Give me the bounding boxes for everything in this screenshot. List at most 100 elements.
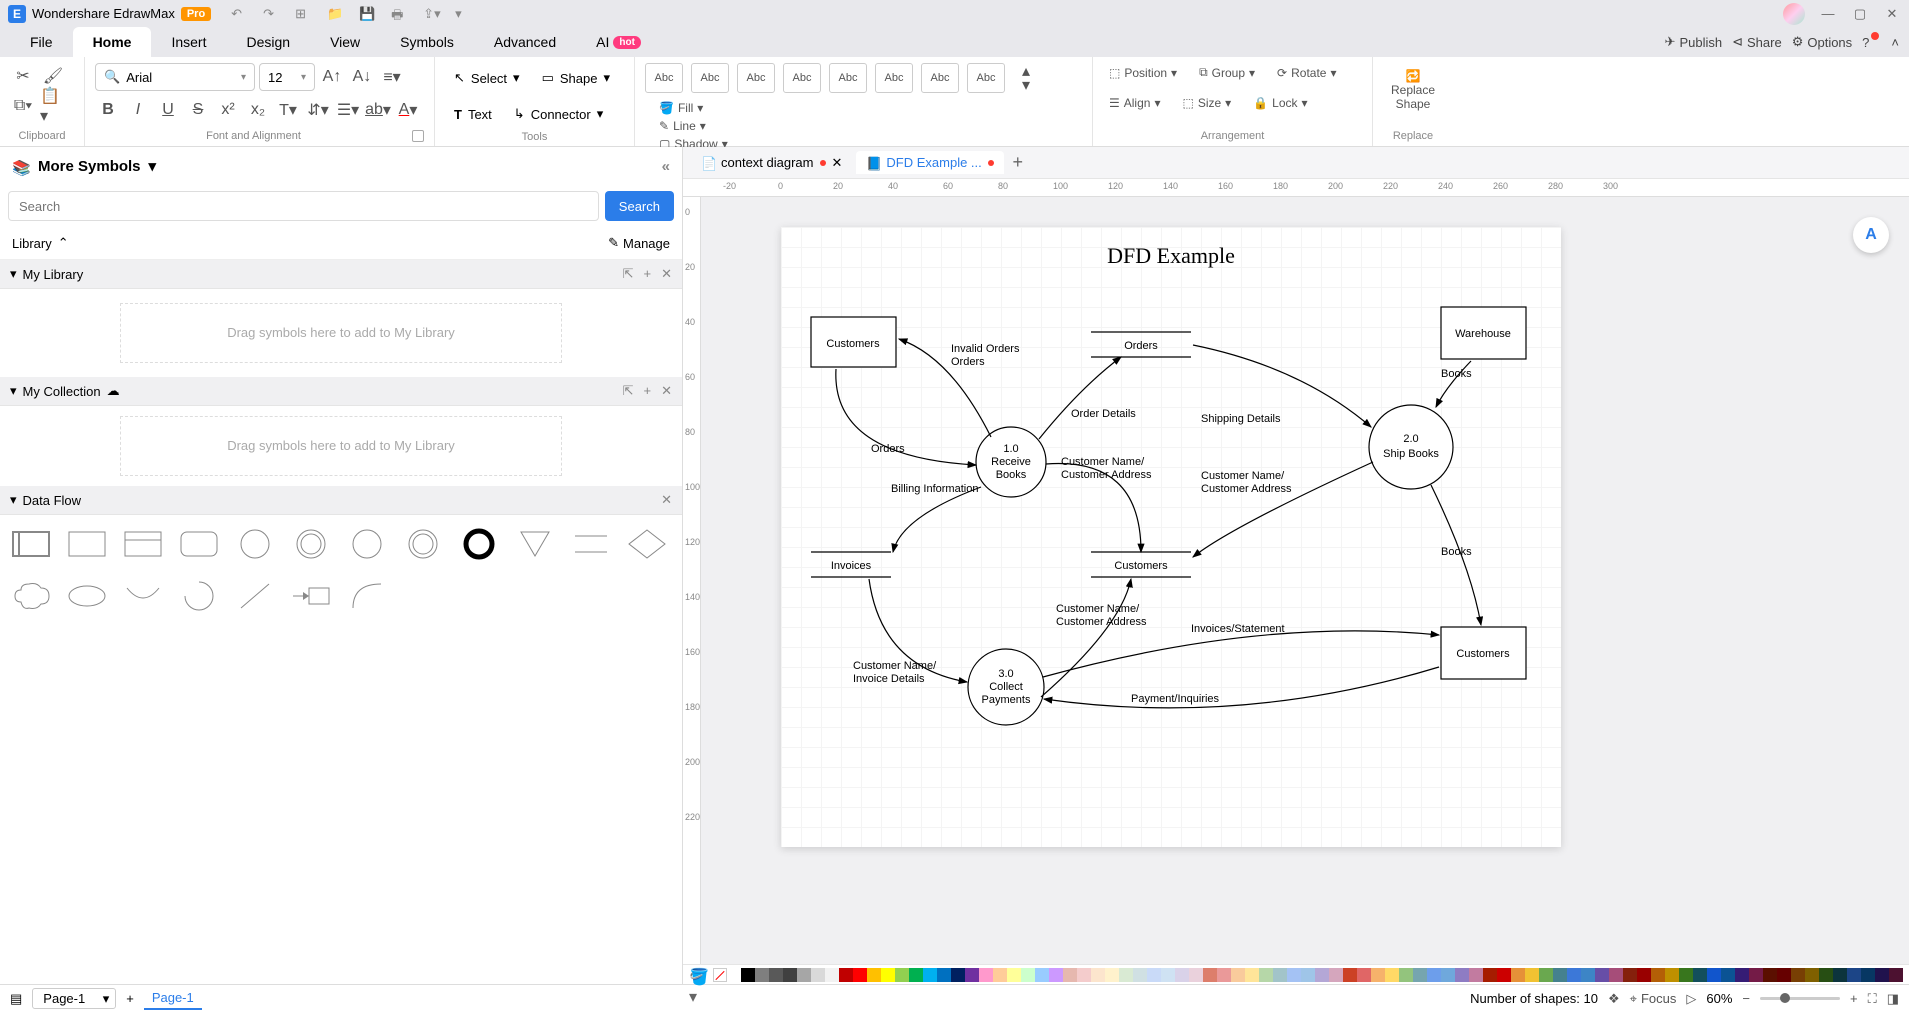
symbol-search-button[interactable]: Search [605, 191, 674, 221]
properties-panel-icon[interactable]: ◨ [1887, 991, 1899, 1007]
color-swatch[interactable] [1861, 968, 1875, 982]
color-swatch[interactable] [1063, 968, 1077, 982]
cut-icon[interactable]: ✂ [10, 63, 36, 89]
color-swatch[interactable] [1273, 968, 1287, 982]
color-swatch[interactable] [1133, 968, 1147, 982]
menu-ai[interactable]: AIhot [576, 27, 661, 57]
export-icon[interactable]: ⇪▾ [423, 6, 439, 22]
shape-round-rect[interactable] [178, 525, 220, 563]
color-swatch[interactable] [727, 968, 741, 982]
new-icon[interactable]: ⊞ [295, 6, 311, 22]
italic-icon[interactable]: I [125, 97, 151, 123]
color-swatch[interactable] [1623, 968, 1637, 982]
color-swatch[interactable] [1567, 968, 1581, 982]
size-button[interactable]: ⬚Size▾ [1176, 94, 1237, 112]
highlight-icon[interactable]: ab▾ [365, 97, 391, 123]
shape-ellipse[interactable] [66, 577, 108, 615]
help-button[interactable]: ? [1862, 35, 1881, 50]
color-swatch[interactable] [1665, 968, 1679, 982]
save-icon[interactable]: 💾 [359, 6, 375, 22]
line-button[interactable]: ✎Line ▾ [653, 117, 734, 135]
style-preset-7[interactable]: Abc [921, 63, 959, 93]
fill-button[interactable]: 🪣Fill ▾ [653, 99, 734, 117]
color-swatch[interactable] [1035, 968, 1049, 982]
color-swatch[interactable] [1875, 968, 1889, 982]
color-swatch[interactable] [1231, 968, 1245, 982]
copy-icon[interactable]: ⧉▾ [10, 93, 36, 119]
doc-tab-1[interactable]: 📄 context diagram ✕ [691, 151, 852, 175]
color-swatch[interactable] [1441, 968, 1455, 982]
strikethrough-icon[interactable]: S [185, 97, 211, 123]
data-flow-header[interactable]: ▾ Data Flow ✕ [0, 486, 682, 515]
color-swatch[interactable] [1637, 968, 1651, 982]
undo-icon[interactable]: ↶ [231, 6, 247, 22]
color-swatch[interactable] [1581, 968, 1595, 982]
close-icon[interactable]: ✕ [1883, 5, 1901, 23]
redo-icon[interactable]: ↷ [263, 6, 279, 22]
color-swatch[interactable] [1189, 968, 1203, 982]
color-swatch[interactable] [1679, 968, 1693, 982]
fill-bucket-icon[interactable]: 🪣▾ [689, 967, 707, 983]
style-preset-2[interactable]: Abc [691, 63, 729, 93]
shape-arrow-rect[interactable] [290, 577, 332, 615]
drawing-page[interactable]: DFD Example Customers Warehouse Customer… [781, 227, 1561, 847]
color-swatch[interactable] [1721, 968, 1735, 982]
color-swatch[interactable] [1819, 968, 1833, 982]
color-swatch[interactable] [1287, 968, 1301, 982]
replace-shape-button[interactable]: 🔁 Replace Shape [1383, 63, 1443, 111]
color-swatch[interactable] [825, 968, 839, 982]
collapse-up-icon[interactable]: ⌃ [58, 235, 69, 251]
color-swatch[interactable] [839, 968, 853, 982]
fit-page-icon[interactable]: ⛶ [1868, 991, 1877, 1007]
color-swatch[interactable] [1889, 968, 1903, 982]
rotate-button[interactable]: ⟳Rotate▾ [1271, 64, 1342, 82]
color-swatch[interactable] [1175, 968, 1189, 982]
color-swatch[interactable] [1777, 968, 1791, 982]
zoom-out-icon[interactable]: − [1742, 991, 1750, 1006]
shape-rect-header[interactable] [122, 525, 164, 563]
bullets-icon[interactable]: ☰▾ [335, 97, 361, 123]
my-collection-header[interactable]: ▾ My Collection ☁ ⇱ + ✕ [0, 377, 682, 406]
font-name-select[interactable]: 🔍Arial▾ [95, 63, 255, 91]
color-swatch[interactable] [951, 968, 965, 982]
menu-insert[interactable]: Insert [151, 27, 226, 57]
zoom-in-icon[interactable]: + [1850, 991, 1858, 1006]
shape-quarter-arc[interactable] [346, 577, 388, 615]
qat-more-icon[interactable]: ▾ [455, 6, 471, 22]
position-button[interactable]: ⬚Position▾ [1103, 64, 1183, 82]
color-swatch[interactable] [1119, 968, 1133, 982]
color-swatch[interactable] [1007, 968, 1021, 982]
presentation-icon[interactable]: ▷ [1686, 991, 1696, 1007]
shape-datastore[interactable] [570, 525, 612, 563]
shape-bold-circle[interactable] [458, 525, 500, 563]
open-icon[interactable]: 📁 [327, 6, 343, 22]
underline-icon[interactable]: U [155, 97, 181, 123]
color-swatch[interactable] [1735, 968, 1749, 982]
color-swatch[interactable] [895, 968, 909, 982]
color-swatch[interactable] [1455, 968, 1469, 982]
menu-file[interactable]: File [10, 27, 73, 57]
select-tool[interactable]: ↖Select ▾ [445, 63, 529, 93]
decrease-font-icon[interactable]: A↓ [349, 64, 375, 90]
canvas-scroll[interactable]: DFD Example Customers Warehouse Customer… [701, 197, 1909, 964]
color-swatch[interactable] [755, 968, 769, 982]
close-coll-icon[interactable]: ✕ [661, 383, 672, 399]
collapse-ribbon-icon[interactable]: ˄ [1891, 35, 1899, 50]
color-swatch[interactable] [965, 968, 979, 982]
menu-symbols[interactable]: Symbols [380, 27, 474, 57]
color-swatch[interactable] [1651, 968, 1665, 982]
text-tool[interactable]: TText [445, 99, 501, 129]
color-swatch[interactable] [1833, 968, 1847, 982]
add-tab-button[interactable]: + [1008, 153, 1028, 173]
ai-assistant-button[interactable]: A [1853, 217, 1889, 253]
color-swatch[interactable] [1805, 968, 1819, 982]
font-launcher-icon[interactable] [412, 130, 424, 142]
color-swatch[interactable] [1301, 968, 1315, 982]
color-swatch[interactable] [937, 968, 951, 982]
text-case-icon[interactable]: T▾ [275, 97, 301, 123]
color-swatch[interactable] [1539, 968, 1553, 982]
options-button[interactable]: ⚙Options [1792, 34, 1852, 50]
color-swatch[interactable] [923, 968, 937, 982]
superscript-icon[interactable]: x² [215, 97, 241, 123]
close-df-icon[interactable]: ✕ [661, 492, 672, 508]
